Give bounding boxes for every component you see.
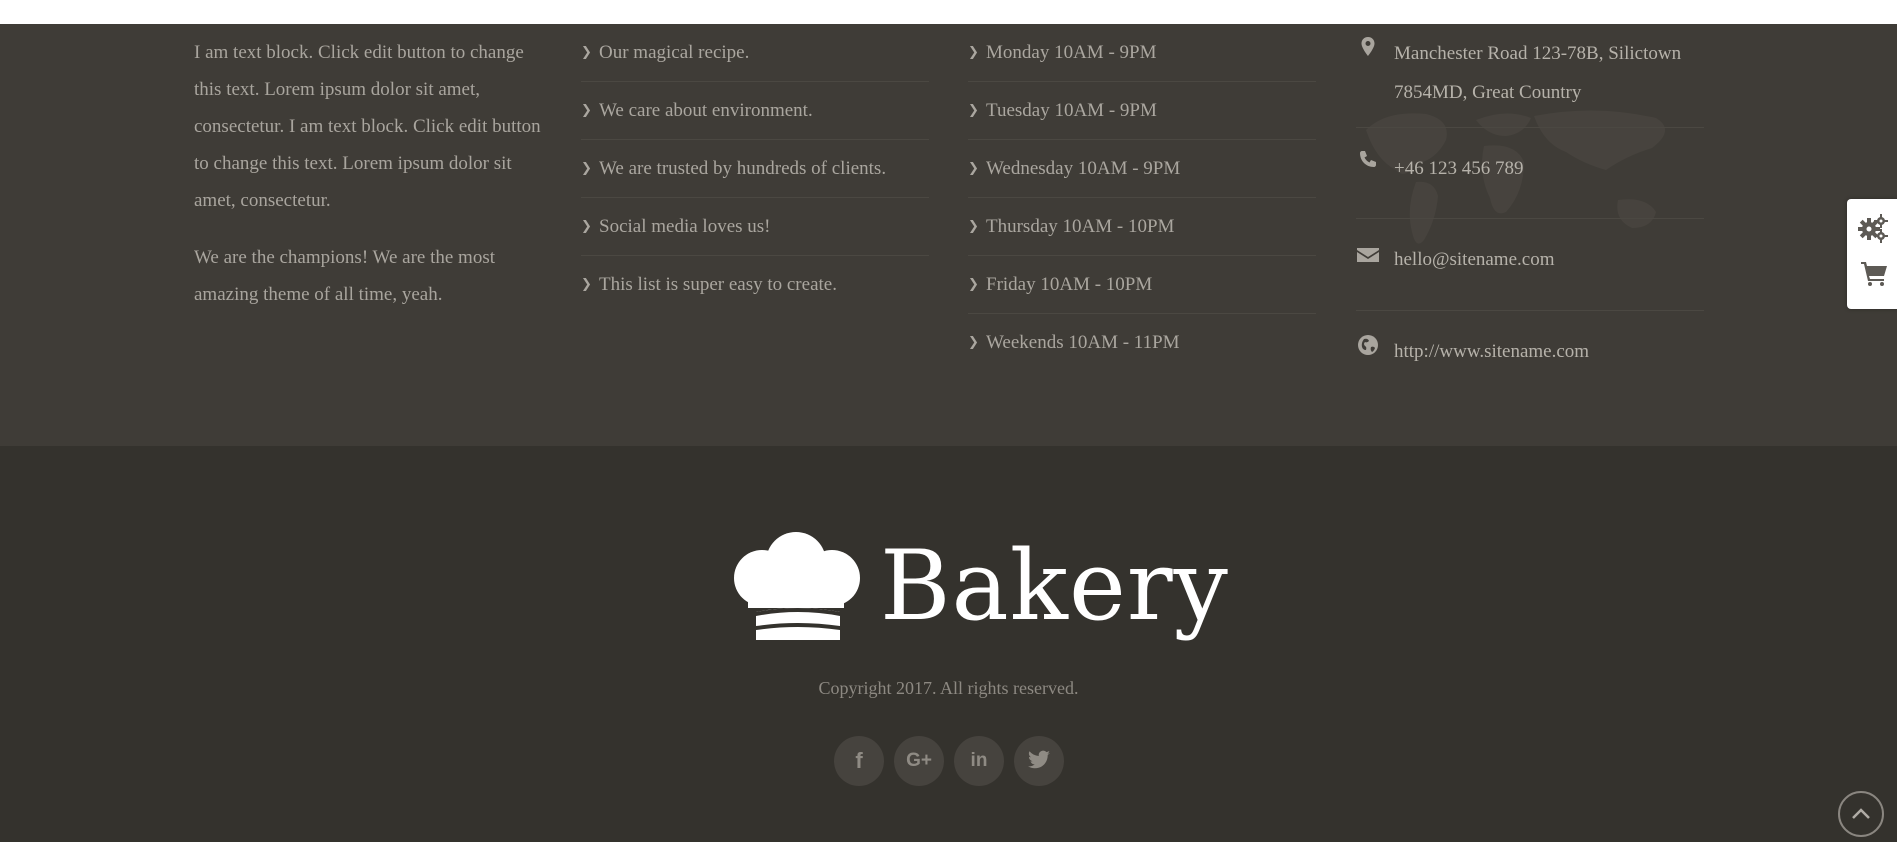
map-marker-icon (1361, 37, 1375, 56)
chevron-right-icon: ❯ (581, 277, 592, 292)
list-item[interactable]: ❯ This list is super easy to create. (581, 256, 929, 313)
list-item: ❯ Weekends 10AM - 11PM (968, 314, 1316, 371)
scroll-to-top-button[interactable] (1838, 791, 1884, 837)
chevron-right-icon: ❯ (968, 335, 979, 350)
envelope-icon (1357, 248, 1379, 262)
chevron-up-icon (1852, 808, 1870, 819)
contact-column: Manchester Road 123-78B, Silictown 7854M… (1356, 24, 1704, 392)
about-paragraph-2: We are the champions! We are the most am… (194, 247, 496, 305)
linkedin-icon[interactable]: in (954, 736, 1004, 786)
shopping-cart-icon[interactable] (1860, 259, 1888, 287)
list-item: ❯ Monday 10AM - 9PM (968, 24, 1316, 82)
list-item[interactable]: ❯ Our magical recipe. (581, 24, 929, 82)
chevron-right-icon: ❯ (968, 103, 979, 118)
list-item: ❯ Friday 10AM - 10PM (968, 256, 1316, 314)
footer-widgets: I am text block. Click edit button to ch… (0, 24, 1897, 446)
hours-list: ❯ Monday 10AM - 9PM ❯ Tuesday 10AM - 9PM ❯… (968, 24, 1316, 371)
chef-hat-icon (734, 532, 860, 640)
contact-address: Manchester Road 123-78B, Silictown 7854M… (1356, 24, 1704, 128)
globe-icon (1358, 335, 1378, 355)
list-item[interactable]: ❯ Social media loves us! (581, 198, 929, 256)
twitter-bird-icon (1028, 750, 1050, 769)
copyright-text: Copyright 2017. All rights reserved. (818, 678, 1079, 698)
features-column: ❯ Our magical recipe. ❯ We care about envi… (581, 24, 929, 313)
chevron-right-icon: ❯ (581, 103, 592, 118)
gears-icon[interactable] (1858, 213, 1888, 243)
features-list: ❯ Our magical recipe. ❯ We care about envi… (581, 24, 929, 313)
list-item[interactable]: ❯ We are trusted by hundreds of clients. (581, 140, 929, 198)
facebook-icon[interactable]: f (834, 736, 884, 786)
twitter-icon[interactable] (1014, 736, 1064, 786)
chevron-right-icon: ❯ (968, 277, 979, 292)
chevron-right-icon: ❯ (581, 161, 592, 176)
chevron-right-icon: ❯ (581, 219, 592, 234)
contact-website[interactable]: http://www.sitename.com (1356, 311, 1704, 392)
social-links: f G+ in (834, 736, 1074, 786)
chevron-right-icon: ❯ (968, 45, 979, 60)
site-footer: Bakery Copyright 2017. All rights reserv… (0, 446, 1897, 842)
about-column: I am text block. Click edit button to ch… (194, 24, 544, 333)
side-panel (1847, 199, 1897, 309)
list-item: ❯ Thursday 10AM - 10PM (968, 198, 1316, 256)
chevron-right-icon: ❯ (968, 219, 979, 234)
hours-column: ❯ Monday 10AM - 9PM ❯ Tuesday 10AM - 9PM ❯… (968, 24, 1316, 371)
top-bar (0, 0, 1897, 24)
google-plus-icon[interactable]: G+ (894, 736, 944, 786)
phone-icon (1360, 151, 1376, 167)
list-item[interactable]: ❯ We care about environment. (581, 82, 929, 140)
list-item: ❯ Wednesday 10AM - 9PM (968, 140, 1316, 198)
chevron-right-icon: ❯ (968, 161, 979, 176)
chevron-right-icon: ❯ (581, 45, 592, 60)
contact-phone: +46 123 456 789 (1356, 128, 1704, 219)
logo-text: Bakery (880, 530, 1229, 642)
bakery-logo[interactable]: Bakery (728, 526, 1228, 646)
contact-list: Manchester Road 123-78B, Silictown 7854M… (1356, 24, 1704, 392)
about-paragraph-1: I am text block. Click edit button to ch… (194, 42, 541, 211)
list-item: ❯ Tuesday 10AM - 9PM (968, 82, 1316, 140)
contact-email[interactable]: hello@sitename.com (1356, 219, 1704, 311)
